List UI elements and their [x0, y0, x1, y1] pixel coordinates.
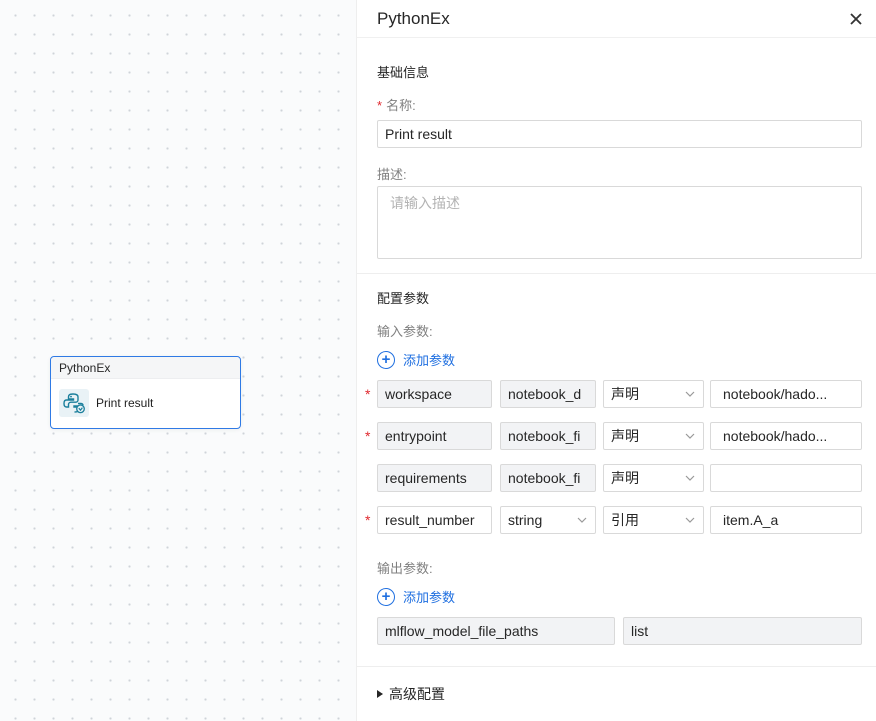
- python-icon: [59, 389, 89, 417]
- param-value-input[interactable]: notebook/hado...: [710, 422, 862, 450]
- chevron-down-icon: [685, 391, 695, 397]
- input-params-label: 输入参数:: [377, 324, 433, 339]
- output-param-type: list: [623, 617, 862, 645]
- param-type: notebook_fi: [500, 422, 596, 450]
- param-type: notebook_d: [500, 380, 596, 408]
- name-label: * 名称:: [377, 98, 416, 113]
- description-textarea[interactable]: [377, 186, 862, 259]
- description-label: 描述:: [377, 167, 407, 182]
- close-icon[interactable]: [848, 11, 864, 27]
- properties-panel: PythonEx 基础信息 *名称: 描述: 配置参数 输入参数: + 添加参数…: [356, 0, 876, 721]
- panel-title: PythonEx: [377, 8, 450, 28]
- required-marker: *: [365, 386, 371, 402]
- param-name: workspace: [377, 380, 492, 408]
- section-divider: [357, 273, 876, 274]
- node-header: PythonEx: [51, 357, 240, 379]
- node-label: Print result: [96, 396, 154, 410]
- panel-header: PythonEx: [357, 0, 876, 38]
- name-input[interactable]: [377, 120, 862, 148]
- param-value-input[interactable]: notebook/hado...: [710, 380, 862, 408]
- param-mode-select[interactable]: 声明: [603, 422, 704, 450]
- required-marker: *: [365, 512, 371, 528]
- param-type: notebook_fi: [500, 464, 596, 492]
- config-params-heading: 配置参数: [377, 291, 430, 306]
- param-type-select[interactable]: string: [500, 506, 596, 534]
- param-name: requirements: [377, 464, 492, 492]
- section-divider: [357, 666, 876, 667]
- workflow-node-pythonex[interactable]: PythonEx Print result: [50, 356, 241, 429]
- param-mode-select[interactable]: 声明: [603, 464, 704, 492]
- param-mode-select[interactable]: 引用: [603, 506, 704, 534]
- output-param-name: mlflow_model_file_paths: [377, 617, 615, 645]
- chevron-down-icon: [685, 517, 695, 523]
- add-circle-icon: +: [377, 587, 395, 606]
- add-input-param-button[interactable]: + 添加参数: [377, 350, 455, 369]
- param-mode-select[interactable]: 声明: [603, 380, 704, 408]
- required-marker: *: [365, 428, 371, 444]
- workflow-canvas[interactable]: PythonEx Print result: [0, 0, 356, 721]
- chevron-down-icon: [577, 517, 587, 523]
- caret-right-icon: [377, 690, 383, 698]
- add-output-param-button[interactable]: + 添加参数: [377, 587, 455, 606]
- param-value-input[interactable]: item.A_a: [710, 506, 862, 534]
- param-value-input[interactable]: [710, 464, 862, 492]
- advanced-config-toggle[interactable]: 高级配置: [377, 684, 445, 704]
- basic-info-heading: 基础信息: [377, 65, 430, 80]
- output-params-label: 输出参数:: [377, 561, 433, 576]
- chevron-down-icon: [685, 433, 695, 439]
- chevron-down-icon: [685, 475, 695, 481]
- add-circle-icon: +: [377, 350, 395, 369]
- param-name: entrypoint: [377, 422, 492, 450]
- param-name: result_number: [377, 506, 492, 534]
